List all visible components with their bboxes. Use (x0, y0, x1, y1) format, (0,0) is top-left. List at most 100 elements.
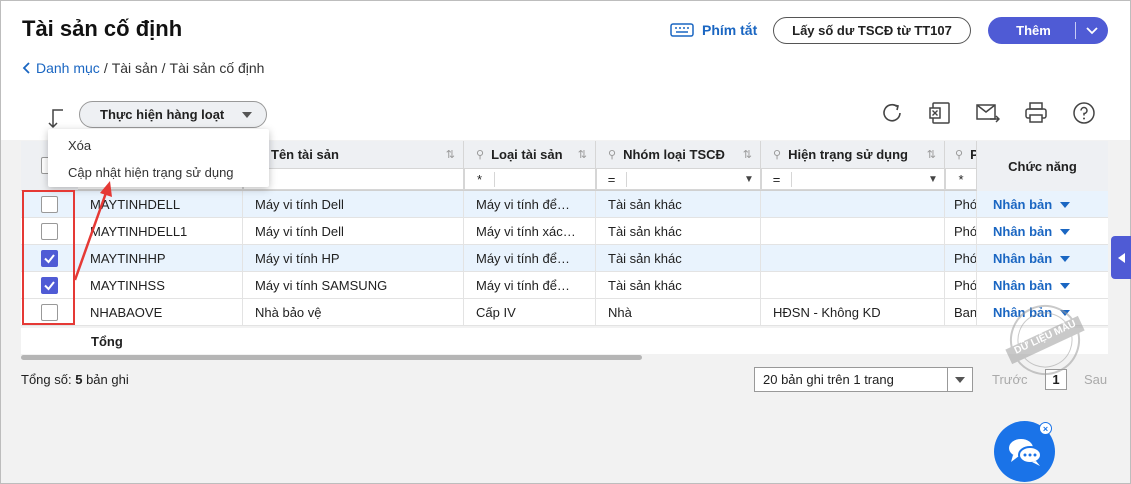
table-row[interactable]: NHABAOVE Nhà bảo vệ Cấp IV Nhà HĐSN - Kh… (21, 299, 1108, 326)
cell-group: Tài sản khác (596, 191, 761, 218)
clone-label: Nhân bản (993, 224, 1053, 239)
filter-type[interactable]: * (464, 168, 596, 190)
header-type-label: Loại tài sản (491, 147, 563, 162)
cell-p: Phó (945, 218, 977, 245)
dropdown-arrow-icon[interactable] (947, 368, 972, 391)
clone-action[interactable]: Nhân bản (977, 191, 1108, 218)
cell-group: Tài sản khác (596, 218, 761, 245)
record-count-value: 5 (75, 372, 83, 387)
header-actions-label: Chức năng (1008, 158, 1077, 174)
hotkey-button[interactable]: Phím tắt (670, 22, 757, 38)
chevron-down-icon (1086, 26, 1098, 34)
header-group-label: Nhóm loại TSCĐ (623, 147, 725, 162)
header-actions: Chức năng (977, 141, 1108, 191)
cell-name: Máy vi tính Dell (243, 218, 464, 245)
header-p[interactable]: ⚲P (945, 141, 977, 168)
cell-status (761, 191, 945, 218)
header-name-label: Tên tài sản (271, 147, 339, 162)
header-name[interactable]: Tên tài sản ⇅ (243, 141, 464, 168)
cell-status (761, 272, 945, 299)
next-page-button[interactable]: Sau (1084, 372, 1107, 387)
cell-group: Nhà (596, 299, 761, 326)
caret-down-icon[interactable] (1060, 228, 1071, 235)
header-type[interactable]: ⚲ Loại tài sản ⇅ (464, 141, 596, 168)
cell-group: Tài sản khác (596, 272, 761, 299)
add-button-label: Thêm (1016, 23, 1051, 38)
cell-type: Máy vi tính để… (464, 272, 596, 299)
filter-op[interactable]: * (465, 171, 495, 187)
sort-icon[interactable]: ⇅ (446, 148, 455, 161)
bulk-action-button[interactable]: Thực hiện hàng loạt (79, 101, 267, 128)
cell-type: Máy vi tính xác… (464, 218, 596, 245)
hotkey-label: Phím tắt (702, 22, 758, 38)
total-label: Tổng (91, 334, 123, 349)
header-status[interactable]: ⚲ Hiện trạng sử dụng ⇅ (761, 141, 945, 168)
record-count: Tổng số: 5 bản ghi (21, 372, 129, 387)
table-row[interactable]: MAYTINHDELL1 Máy vi tính Dell Máy vi tín… (21, 218, 1108, 245)
cell-type: Máy vi tính để… (464, 245, 596, 272)
page-size-select[interactable]: 20 bản ghi trên 1 trang (754, 367, 973, 392)
clone-action[interactable]: Nhân bản (977, 272, 1108, 299)
side-panel-toggle[interactable] (1111, 236, 1131, 279)
table-row[interactable]: MAYTINHDELL Máy vi tính Dell Máy vi tính… (21, 191, 1108, 218)
breadcrumb-item-danh-muc[interactable]: Danh mục (36, 60, 100, 76)
clone-action[interactable]: Nhân bản (977, 218, 1108, 245)
close-chat-icon[interactable]: × (1039, 422, 1052, 435)
import-balance-button[interactable]: Lấy số dư TSCĐ từ TT107 (773, 17, 971, 44)
table-row[interactable]: MAYTINHSS Máy vi tính SAMSUNG Máy vi tín… (21, 272, 1108, 299)
cell-group: Tài sản khác (596, 245, 761, 272)
table-row[interactable]: MAYTINHHP Máy vi tính HP Máy vi tính để…… (21, 245, 1108, 272)
caret-left-icon (1117, 252, 1125, 263)
filter-p[interactable]: * (945, 168, 977, 190)
breadcrumb-item-tai-san[interactable]: Tài sản (112, 60, 158, 76)
cell-p: Phó (945, 272, 977, 299)
header-group[interactable]: ⚲ Nhóm loại TSCĐ ⇅ (596, 141, 761, 168)
breadcrumb-separator: / (161, 60, 166, 76)
sort-icon[interactable]: ⇅ (743, 148, 752, 161)
send-mail-icon[interactable] (976, 101, 1000, 125)
pin-icon[interactable]: ⚲ (955, 148, 963, 161)
filter-op[interactable]: * (946, 172, 976, 187)
horizontal-scrollbar[interactable] (21, 355, 642, 360)
dropdown-arrow-icon[interactable]: ▼ (738, 174, 760, 185)
pin-icon[interactable]: ⚲ (476, 148, 484, 161)
cell-status (761, 245, 945, 272)
caret-down-icon (242, 111, 253, 118)
filter-op[interactable]: = (762, 171, 792, 187)
cell-name: Máy vi tính Dell (243, 191, 464, 218)
refresh-icon[interactable] (880, 101, 904, 125)
dropdown-arrow-icon[interactable]: ▼ (922, 174, 944, 185)
pin-icon[interactable]: ⚲ (608, 148, 616, 161)
chat-icon (1008, 438, 1042, 466)
bulk-action-label: Thực hiện hàng loạt (100, 107, 225, 122)
add-dropdown-toggle[interactable] (1076, 26, 1108, 35)
excel-export-icon[interactable] (928, 101, 952, 125)
breadcrumb-back-link[interactable]: Danh mục (22, 60, 100, 76)
caret-down-icon[interactable] (1060, 255, 1071, 262)
filter-op[interactable]: = (597, 171, 627, 187)
chevron-left-icon (22, 62, 30, 74)
collapse-icon[interactable] (43, 107, 65, 129)
cell-type: Cấp IV (464, 299, 596, 326)
cell-name: Máy vi tính HP (243, 245, 464, 272)
filter-name[interactable] (243, 168, 464, 190)
grid-tool-icons (880, 101, 1096, 125)
print-icon[interactable] (1024, 101, 1048, 125)
help-icon[interactable] (1072, 101, 1096, 125)
record-count-prefix: Tổng số: (21, 372, 72, 387)
caret-down-icon[interactable] (1060, 282, 1071, 289)
cell-status (761, 218, 945, 245)
sort-icon[interactable]: ⇅ (927, 148, 936, 161)
cell-name: Máy vi tính SAMSUNG (243, 272, 464, 299)
clone-label: Nhân bản (993, 278, 1053, 293)
caret-down-icon[interactable] (1060, 201, 1071, 208)
record-count-suffix: bản ghi (86, 372, 129, 387)
pin-icon[interactable]: ⚲ (773, 148, 781, 161)
sort-icon[interactable]: ⇅ (578, 148, 587, 161)
menu-item-delete[interactable]: Xóa (68, 138, 91, 153)
filter-group[interactable]: = ▼ (596, 168, 761, 190)
breadcrumb-item-current: Tài sản cố định (169, 60, 265, 76)
filter-status[interactable]: = ▼ (761, 168, 945, 190)
add-button[interactable]: Thêm (988, 17, 1108, 44)
clone-action[interactable]: Nhân bản (977, 245, 1108, 272)
